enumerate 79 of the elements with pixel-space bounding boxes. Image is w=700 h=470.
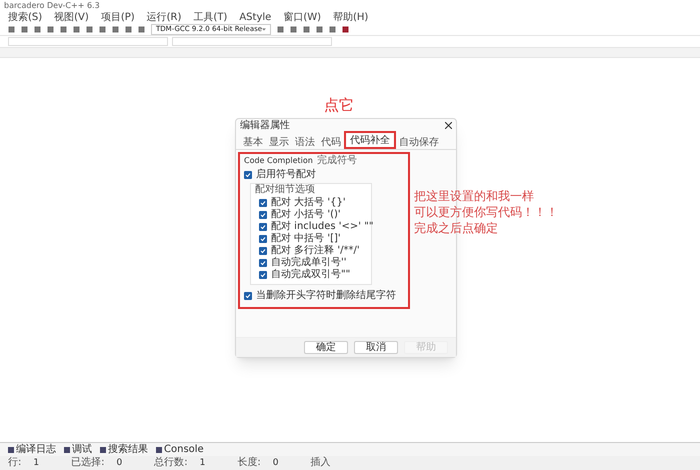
dialog-tab[interactable]: 显示: [266, 137, 292, 149]
status-value: 1: [200, 458, 206, 468]
checkbox[interactable]: [259, 222, 267, 230]
menu-item[interactable]: 工具(T): [193, 12, 228, 22]
checkbox[interactable]: [259, 210, 267, 218]
toolbar-square-icon[interactable]: [277, 26, 284, 32]
bottom-tab[interactable]: Console: [156, 444, 204, 454]
status-label: 长度:: [237, 458, 261, 468]
checkbox[interactable]: [259, 198, 267, 206]
status-value: 0: [116, 458, 122, 468]
checkbox-label: 配对 大括号 '{}': [271, 197, 346, 208]
menu-item[interactable]: AStyle: [239, 12, 272, 22]
toolbar-square-icon[interactable]: [73, 26, 80, 32]
checkbox-label: 自动完成双引号"": [271, 269, 350, 280]
dialog-tab[interactable]: 代码补全: [347, 134, 393, 147]
status-label: 行:: [8, 458, 22, 468]
dialog-title: 编辑器属性: [240, 120, 290, 130]
status-label: 已选择:: [71, 458, 104, 468]
toolbar-square-icon[interactable]: [21, 26, 28, 32]
tab-square-icon: [8, 446, 14, 452]
status-label: 总行数:: [154, 458, 188, 468]
checkbox-label: 配对 小括号 '()': [271, 209, 341, 220]
tab-square-icon: [100, 446, 106, 452]
menu-item[interactable]: 窗口(W): [283, 12, 322, 22]
menu-item[interactable]: 搜索(S): [8, 12, 42, 22]
checkbox-label: 自动完成单引号'': [271, 257, 346, 268]
checkbox-label: 配对 中括号 '[]': [271, 233, 341, 244]
status-label: 插入: [310, 458, 330, 468]
group-title: Code Completion: [244, 157, 313, 165]
checkbox-label: 当删除开头字符时删除结尾字符: [256, 290, 396, 301]
toolbar-square-icon[interactable]: [290, 26, 297, 32]
status-value: 0: [272, 458, 278, 468]
checkbox[interactable]: [259, 234, 267, 242]
menu-item[interactable]: 运行(R): [146, 12, 182, 22]
tab-square-icon: [156, 446, 162, 452]
window-title: barcadero Dev-C++ 6.3: [4, 2, 100, 10]
dialog-tab[interactable]: 自动保存: [396, 137, 442, 149]
checkbox[interactable]: [244, 292, 252, 300]
checkbox[interactable]: [259, 246, 267, 254]
toolbar-square-icon[interactable]: [342, 26, 349, 32]
checkbox[interactable]: [259, 258, 267, 266]
group-subtitle: 完成符号: [316, 156, 357, 166]
group-title: 配对细节选项: [255, 184, 316, 196]
annotation-text: 完成之后点确定: [414, 220, 499, 236]
toolbar-square-icon[interactable]: [125, 26, 132, 32]
checkbox-label: 启用符号配对: [256, 169, 316, 180]
dialog-button[interactable]: 确定: [304, 341, 348, 354]
bottom-tab[interactable]: 调试: [64, 444, 92, 454]
dialog-tab[interactable]: 基本: [240, 137, 266, 149]
annotation-label: 点它: [324, 98, 354, 113]
toolbar-square-icon[interactable]: [47, 26, 54, 32]
toolbar-square-icon[interactable]: [329, 26, 336, 32]
toolbar-square-icon[interactable]: [99, 26, 106, 32]
menu-item[interactable]: 视图(V): [54, 12, 89, 22]
menu-item[interactable]: 帮助(H): [333, 12, 368, 22]
checkbox[interactable]: [259, 270, 267, 278]
checkbox-label: 配对 多行注释 '/**/': [271, 245, 360, 256]
close-icon[interactable]: [445, 122, 452, 129]
toolbar-square-icon[interactable]: [138, 26, 145, 32]
toolbar-square-icon[interactable]: [8, 26, 15, 32]
dialog-button[interactable]: 取消: [354, 341, 398, 354]
dialog-tab[interactable]: 代码: [318, 137, 344, 149]
toolbar-square-icon[interactable]: [112, 26, 119, 32]
toolbar-square-icon[interactable]: [60, 26, 67, 32]
annotation-text: 把这里设置的和我一样: [414, 188, 535, 204]
annotation-text: 可以更方便你写代码！！！: [414, 204, 558, 220]
checkbox[interactable]: [244, 170, 252, 178]
toolbar-square-icon[interactable]: [86, 26, 93, 32]
tab-square-icon: [64, 446, 70, 452]
status-value: 1: [33, 458, 40, 468]
toolbar-square-icon[interactable]: [303, 26, 310, 32]
bottom-tab[interactable]: 搜索结果: [100, 444, 148, 454]
bottom-tab[interactable]: 编译日志: [8, 444, 56, 454]
toolbar-square-icon[interactable]: [34, 26, 41, 32]
checkbox-label: 配对 includes '<>' "": [271, 221, 374, 232]
menu-item[interactable]: 项目(P): [100, 12, 135, 22]
dropdown-caret-icon: [262, 28, 266, 30]
dialog-tab[interactable]: 语法: [292, 137, 318, 149]
toolbar-square-icon[interactable]: [316, 26, 323, 32]
